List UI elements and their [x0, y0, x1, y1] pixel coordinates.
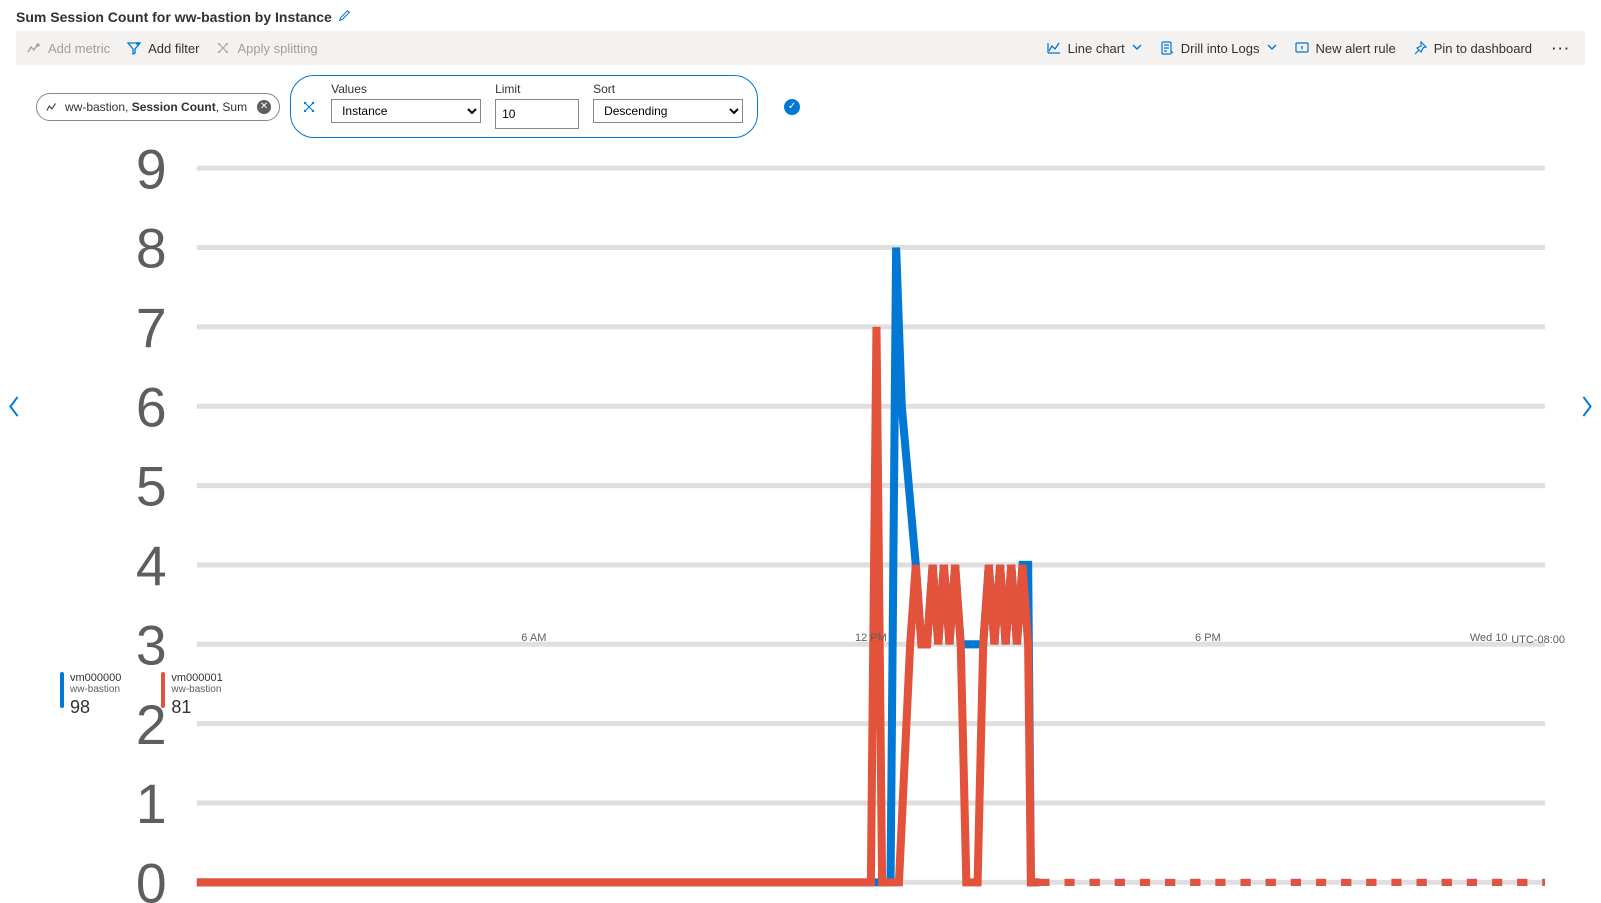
line-chart-dropdown[interactable]: Line chart	[1046, 40, 1143, 56]
add-metric-button[interactable]: Add metric	[26, 40, 110, 56]
x-tick-label: 6 PM	[1195, 632, 1221, 644]
y-tick-label: 7	[136, 297, 167, 359]
drill-logs-label: Drill into Logs	[1181, 41, 1260, 56]
add-metric-icon	[26, 40, 42, 56]
splitting-config-bubble: Values Instance Limit Sort Descending	[290, 75, 758, 138]
x-axis: 6 AM 12 PM 6 PM Wed 10	[56, 632, 1565, 646]
pin-icon	[1412, 40, 1428, 56]
y-tick-label: 5	[136, 456, 167, 518]
add-filter-label: Add filter	[148, 41, 199, 56]
add-metric-label: Add metric	[48, 41, 110, 56]
sort-label: Sort	[593, 82, 743, 96]
alert-icon	[1294, 40, 1310, 56]
split-icon	[215, 40, 231, 56]
metric-chip-icon	[45, 100, 59, 114]
y-tick-label: 4	[136, 535, 167, 597]
pin-dashboard-button[interactable]: Pin to dashboard	[1412, 40, 1532, 56]
y-tick-label: 2	[136, 694, 167, 756]
page-title-row: Sum Session Count for ww-bastion by Inst…	[16, 8, 1585, 25]
new-alert-label: New alert rule	[1316, 41, 1396, 56]
edit-title-icon[interactable]	[338, 8, 352, 25]
timezone-label: UTC-08:00	[1511, 634, 1565, 646]
drill-logs-dropdown[interactable]: Drill into Logs	[1159, 40, 1278, 56]
line-chart: 0123456789	[56, 148, 1565, 903]
apply-splitting-button[interactable]: Apply splitting	[215, 40, 317, 56]
line-chart-icon	[1046, 40, 1062, 56]
chart-area: 0123456789 6 AM12 PM6 PMWed 10 UTC-08:00	[16, 148, 1585, 668]
y-tick-label: 6	[136, 376, 167, 438]
metric-chip[interactable]: ww-bastion, Session Count, Sum ✕	[36, 93, 280, 121]
more-options-button[interactable]: ···	[1548, 41, 1575, 56]
chevron-down-icon	[1266, 41, 1278, 56]
limit-label: Limit	[495, 82, 579, 96]
page-title: Sum Session Count for ww-bastion by Inst…	[16, 9, 332, 25]
chip-close-icon[interactable]: ✕	[257, 100, 271, 114]
x-tick-label: 6 AM	[521, 632, 546, 644]
confirm-split-icon[interactable]: ✓	[784, 99, 800, 115]
time-range-prev-button[interactable]	[6, 395, 22, 422]
sort-select[interactable]: Descending	[593, 99, 743, 123]
x-tick-label: Wed 10	[1470, 632, 1508, 644]
limit-input[interactable]	[495, 99, 579, 129]
x-tick-label: 12 PM	[855, 632, 887, 644]
values-select[interactable]: Instance	[331, 99, 481, 123]
metric-chip-text: ww-bastion, Session Count, Sum	[65, 100, 247, 114]
y-tick-label: 0	[136, 853, 167, 903]
chart-toolbar: Add metric Add filter Apply splitting	[16, 31, 1585, 65]
series-line	[197, 327, 1040, 883]
add-filter-button[interactable]: Add filter	[126, 40, 199, 56]
y-tick-label: 1	[136, 773, 167, 835]
filter-icon	[126, 40, 142, 56]
y-tick-label: 9	[136, 148, 167, 200]
values-label: Values	[331, 82, 481, 96]
y-tick-label: 8	[136, 218, 167, 280]
chevron-down-icon	[1131, 41, 1143, 56]
logs-icon	[1159, 40, 1175, 56]
apply-splitting-label: Apply splitting	[237, 41, 317, 56]
line-chart-label: Line chart	[1068, 41, 1125, 56]
pin-dashboard-label: Pin to dashboard	[1434, 41, 1532, 56]
split-config-icon	[301, 99, 317, 115]
new-alert-button[interactable]: New alert rule	[1294, 40, 1396, 56]
time-range-next-button[interactable]	[1579, 395, 1595, 422]
